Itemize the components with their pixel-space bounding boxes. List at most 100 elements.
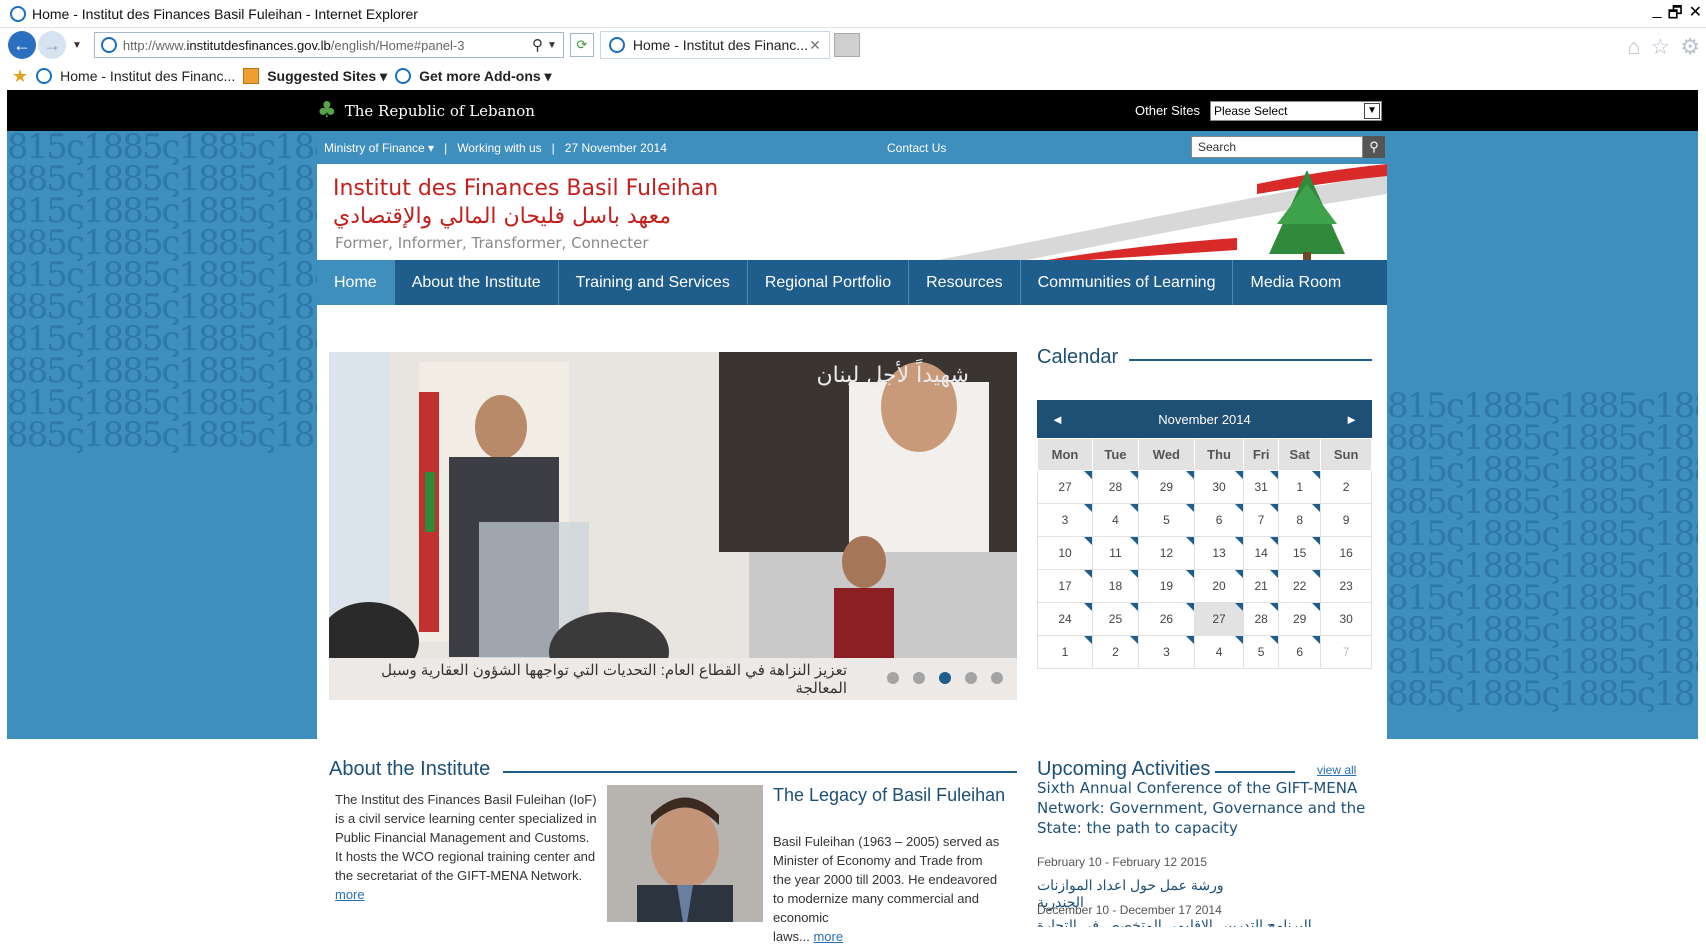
calendar-day[interactable]: 19 [1137, 569, 1195, 603]
nav-communities-learning[interactable]: Communities of Learning [1021, 260, 1234, 305]
calendar-day[interactable]: 29 [1137, 470, 1195, 504]
calendar-day[interactable]: 31 [1243, 470, 1280, 504]
calendar-day[interactable]: 10 [1037, 536, 1093, 570]
calendar-day[interactable]: 5 [1137, 503, 1195, 537]
gear-icon[interactable]: ⚙ [1680, 34, 1700, 60]
calendar-day[interactable]: 5 [1243, 635, 1280, 669]
slide-banner-text: شهيداً لأجل لبنان [816, 358, 969, 388]
calendar-day[interactable]: 25 [1091, 602, 1139, 636]
calendar-day[interactable]: 28 [1091, 470, 1139, 504]
calendar-day[interactable]: 27 [1193, 602, 1245, 636]
about-rule [503, 771, 1017, 773]
slider-dot-active[interactable] [939, 672, 951, 684]
nav-regional-portfolio[interactable]: Regional Portfolio [748, 260, 910, 305]
nav-home[interactable]: Home [317, 260, 395, 305]
image-slider[interactable]: شهيداً لأجل لبنان تعزيز النزاهة في القطا… [329, 352, 1017, 700]
calendar-month: November 2014 [1158, 411, 1251, 427]
institute-name-ar[interactable]: معهد باسل فليحان المالي والإقتصادي [333, 204, 671, 229]
about-more-link[interactable]: more [335, 887, 365, 902]
republic-of-lebanon-link[interactable]: ♣ The Republic of Lebanon [317, 90, 535, 131]
calendar-day[interactable]: 13 [1193, 536, 1245, 570]
legacy-more-link[interactable]: more [813, 929, 843, 944]
nav-resources[interactable]: Resources [909, 260, 1021, 305]
legacy-title[interactable]: The Legacy of Basil Fuleihan [773, 785, 1013, 805]
calendar-day[interactable]: 4 [1193, 635, 1245, 669]
nav-training-services[interactable]: Training and Services [559, 260, 748, 305]
browser-nav-bar: ← → ▼ http://www. institutdesfinances.gov… [0, 28, 1706, 62]
calendar-day[interactable]: 14 [1243, 536, 1280, 570]
calendar-day[interactable]: 21 [1243, 569, 1280, 603]
calendar-day[interactable]: 18 [1091, 569, 1139, 603]
working-with-us-link[interactable]: Working with us [457, 141, 541, 155]
favorites-icon[interactable]: ★ [12, 66, 28, 87]
history-dropdown-icon[interactable]: ▼ [72, 40, 82, 51]
search-button[interactable]: ⚲ [1363, 136, 1385, 158]
suggested-sites-link[interactable]: Suggested Sites ▾ [267, 68, 387, 85]
next-month-button[interactable]: ► [1345, 412, 1358, 427]
back-button[interactable]: ← [8, 31, 36, 59]
slider-dot[interactable] [965, 672, 977, 684]
calendar-day[interactable]: 15 [1278, 536, 1322, 570]
calendar-day[interactable]: 28 [1243, 602, 1280, 636]
get-addons-link[interactable]: Get more Add-ons ▾ [419, 68, 552, 85]
close-window-button[interactable]: ✕ [1689, 2, 1702, 29]
activity-title[interactable]: Sixth Annual Conference of the GIFT-MENA… [1037, 778, 1372, 838]
other-sites-select[interactable]: Please Select ▼ [1210, 100, 1383, 121]
calendar-day[interactable]: 16 [1320, 536, 1372, 570]
slider-dot[interactable] [991, 672, 1003, 684]
activity-date: December 10 - December 17 2014 [1037, 903, 1222, 917]
calendar-day[interactable]: 6 [1278, 635, 1322, 669]
calendar-day[interactable]: 22 [1278, 569, 1322, 603]
calendar-day[interactable]: 17 [1037, 569, 1093, 603]
page-icon [100, 37, 117, 53]
close-tab-icon[interactable]: ✕ [809, 37, 821, 54]
forward-button[interactable]: → [38, 31, 66, 59]
calendar-day[interactable]: 1 [1037, 635, 1093, 669]
calendar-day[interactable]: 8 [1278, 503, 1322, 537]
institute-name-en[interactable]: Institut des Finances Basil Fuleihan [333, 176, 718, 201]
calendar-day[interactable]: 7 [1243, 503, 1280, 537]
calendar-day[interactable]: 30 [1320, 602, 1372, 636]
calendar-day[interactable]: 4 [1091, 503, 1139, 537]
new-tab-button[interactable] [833, 33, 860, 57]
calendar-day[interactable]: 12 [1137, 536, 1195, 570]
favorite-link[interactable]: Home - Institut des Financ... [60, 68, 235, 84]
refresh-icon[interactable]: ⟳ [569, 33, 594, 57]
calendar-day[interactable]: 11 [1091, 536, 1139, 570]
calendar-day[interactable]: 30 [1193, 470, 1245, 504]
minimize-button[interactable]: _ [1653, 2, 1662, 29]
prev-month-button[interactable]: ◄ [1051, 412, 1064, 427]
calendar-day[interactable]: 27 [1037, 470, 1093, 504]
restore-button[interactable]: 🗗 [1668, 2, 1683, 29]
view-all-link[interactable]: view all [1317, 763, 1356, 777]
calendar-day[interactable]: 24 [1037, 602, 1093, 636]
search-input[interactable]: Search [1191, 136, 1363, 158]
activity-title[interactable]: البرنامج التدريبي الإقليمي المتخصص في ال… [1037, 917, 1327, 927]
slider-dot[interactable] [913, 672, 925, 684]
contact-us-link[interactable]: Contact Us [887, 131, 946, 164]
nav-about-institute[interactable]: About the Institute [395, 260, 559, 305]
calendar-day[interactable]: 1 [1278, 470, 1322, 504]
calendar-day[interactable]: 7 [1320, 635, 1372, 669]
nav-media-room[interactable]: Media Room [1233, 260, 1358, 305]
calendar-day[interactable]: 6 [1193, 503, 1245, 537]
favorites-star-icon[interactable]: ☆ [1651, 34, 1671, 60]
calendar-day[interactable]: 2 [1320, 470, 1372, 504]
calendar-day[interactable]: 2 [1091, 635, 1139, 669]
address-dropdown-icon[interactable]: ▼ [547, 40, 563, 51]
calendar-day[interactable]: 29 [1278, 602, 1322, 636]
slider-dot[interactable] [887, 672, 899, 684]
address-bar[interactable]: http://www. institutdesfinances.gov.lb/en… [93, 32, 564, 58]
search-icon[interactable]: ⚲ [532, 36, 547, 54]
calendar-header: ◄ November 2014 ► [1037, 400, 1372, 438]
home-icon[interactable]: ⌂ [1627, 34, 1640, 60]
calendar-day[interactable]: 20 [1193, 569, 1245, 603]
activity-date: February 10 - February 12 2015 [1037, 855, 1208, 869]
calendar-day[interactable]: 3 [1137, 635, 1195, 669]
calendar-day[interactable]: 3 [1037, 503, 1093, 537]
calendar-day[interactable]: 26 [1137, 602, 1195, 636]
browser-tab[interactable]: Home - Institut des Financ... ✕ [599, 31, 830, 59]
calendar-day[interactable]: 9 [1320, 503, 1372, 537]
calendar-day[interactable]: 23 [1320, 569, 1372, 603]
ministry-of-finance-menu[interactable]: Ministry of Finance ▾ [324, 141, 434, 155]
